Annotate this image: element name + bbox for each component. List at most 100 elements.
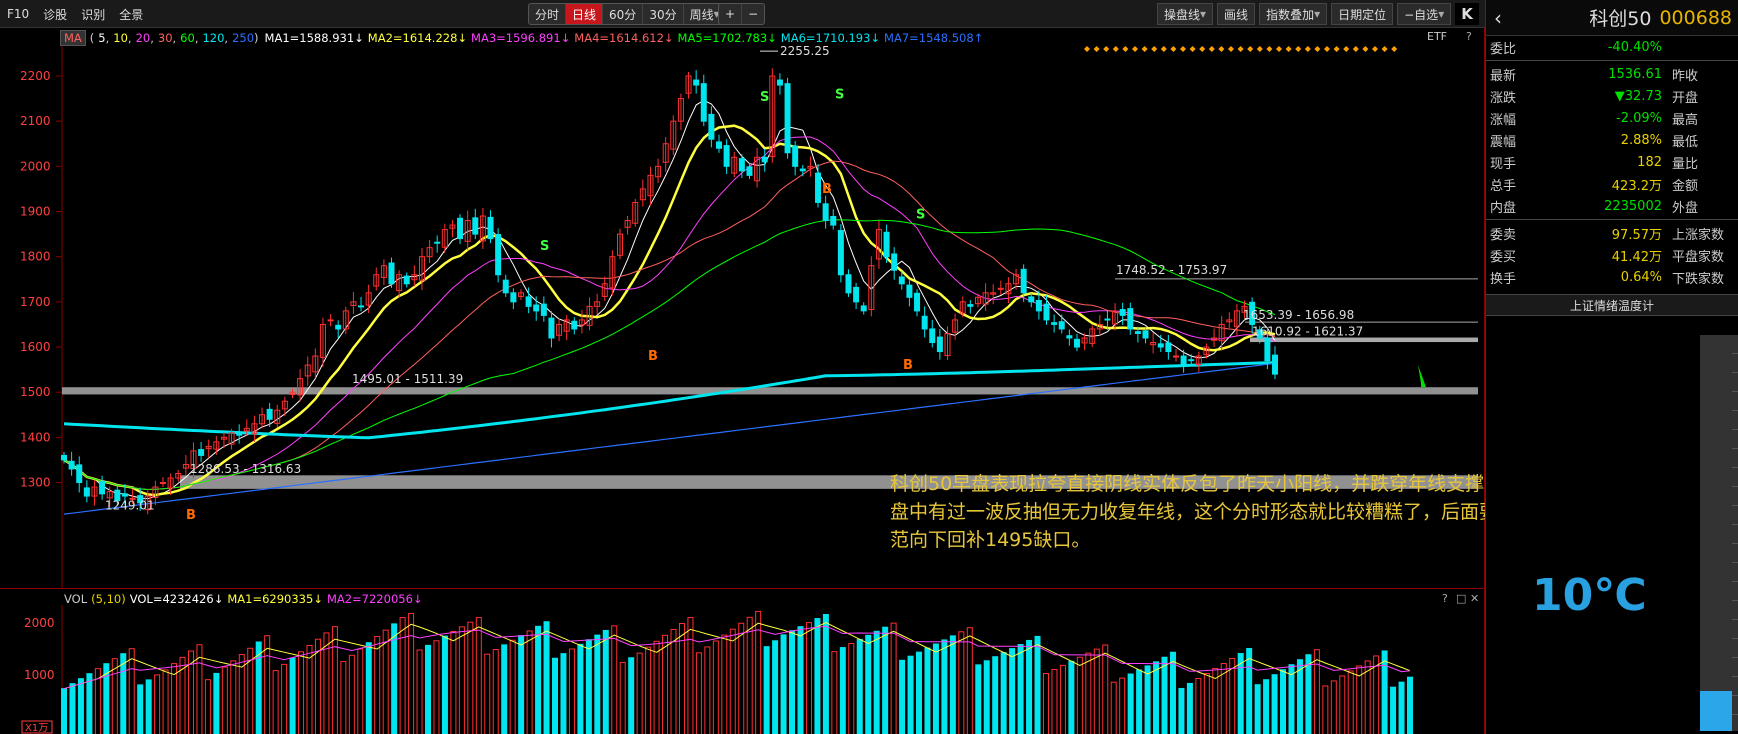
candle-body <box>1264 337 1271 362</box>
volume-bar <box>433 640 440 734</box>
quote-value: 0.64% <box>1620 269 1662 285</box>
volume-bar <box>1195 677 1202 734</box>
candle-body <box>1188 359 1195 362</box>
price-axis-tick: 2000 <box>20 159 51 173</box>
candle-body <box>403 275 410 285</box>
volume-bar <box>797 626 804 734</box>
candle-body <box>761 156 768 163</box>
volume-bar <box>1026 639 1033 734</box>
quote-key-2: 量比 <box>1672 156 1699 172</box>
volume-bar <box>873 630 880 734</box>
volume-bar <box>1390 686 1397 734</box>
volume-bar <box>653 640 660 734</box>
watchlist-button[interactable]: −自选 <box>1397 3 1452 25</box>
zoom-out-button[interactable]: − <box>742 4 764 24</box>
volume-bar <box>230 660 237 734</box>
f10-link[interactable]: F10 <box>0 7 36 21</box>
volume-bar <box>509 639 516 734</box>
volume-bar <box>1034 635 1041 734</box>
index-overlay-button[interactable]: 指数叠加 <box>1259 3 1328 25</box>
event-diamond <box>1381 46 1388 52</box>
volume-bar <box>162 669 169 734</box>
operation-line-button[interactable]: 操盘线 <box>1157 3 1214 25</box>
candle-body <box>1142 330 1149 339</box>
volume-bar <box>619 661 626 734</box>
thermometer-ticks <box>1732 335 1738 731</box>
event-diamond <box>1391 46 1398 52</box>
candle-body <box>708 113 715 140</box>
candle-body <box>198 449 205 456</box>
volume-bar <box>1398 681 1405 734</box>
quote-row: 委买 41.42万 平盘家数 <box>1486 244 1738 266</box>
candle-body <box>1066 335 1073 339</box>
quote-row: 涨幅 -2.09% 最高 <box>1486 107 1738 129</box>
zoom-in-button[interactable]: + <box>719 4 743 24</box>
candle-body <box>776 79 783 86</box>
candle-body <box>738 158 745 172</box>
volume-bar <box>221 666 228 734</box>
ma-line-120 <box>63 361 1276 440</box>
candle-body <box>799 168 806 172</box>
diagnose-link[interactable]: 诊股 <box>36 6 74 23</box>
candle-body <box>121 493 128 497</box>
quote-key: 最新 <box>1490 68 1517 84</box>
volume-bar <box>856 638 863 734</box>
identify-link[interactable]: 识别 <box>74 6 112 23</box>
draw-line-button[interactable]: 画线 <box>1217 3 1256 25</box>
volume-bar <box>408 612 415 734</box>
period-tab-60min[interactable]: 60分 <box>603 4 644 24</box>
event-diamond <box>1304 46 1311 52</box>
volume-bar <box>1051 668 1058 734</box>
candle-body <box>853 286 860 303</box>
collapse-icon[interactable]: K <box>1455 3 1479 25</box>
panorama-link[interactable]: 全景 <box>112 6 150 23</box>
date-locate-button[interactable]: 日期定位 <box>1331 3 1394 25</box>
volume-chart[interactable]: VOL (5,10) VOL=4232426↓ MA1=6290335↓ MA2… <box>0 588 1485 734</box>
candle-body <box>1043 303 1050 321</box>
candle-body <box>746 166 753 176</box>
volume-bar <box>721 634 728 734</box>
volume-bar <box>983 660 990 734</box>
volume-bar <box>1381 650 1388 734</box>
ma-line-20 <box>63 136 1276 491</box>
volume-bar <box>1347 670 1354 734</box>
period-tab-30min[interactable]: 30分 <box>643 4 684 24</box>
candle-body <box>1172 355 1179 358</box>
volume-bar <box>69 683 76 734</box>
toolbar-left: F10 诊股 识别 全景 <box>0 0 150 28</box>
candle-body <box>548 317 555 339</box>
quote-value: -40.40% <box>1607 39 1662 55</box>
zoom-controls: + − <box>718 3 766 25</box>
event-diamond <box>1208 46 1215 52</box>
ma-line-60 <box>63 219 1276 491</box>
candle-body <box>1020 268 1027 294</box>
candle-body <box>1180 355 1187 366</box>
volume-bar <box>1186 682 1193 734</box>
ma-line-10 <box>63 124 1276 497</box>
volume-bar <box>628 657 635 734</box>
period-tab-daily[interactable]: 日线 <box>566 4 604 24</box>
quote-row: 委卖 97.57万 上涨家数 <box>1486 222 1738 244</box>
period-tab-intraday[interactable]: 分时 <box>529 4 567 24</box>
back-arrow-icon[interactable]: ‹ <box>1486 6 1510 30</box>
volume-bar <box>848 642 855 734</box>
event-markers <box>1084 46 1398 52</box>
candle-body <box>510 292 517 303</box>
candle-body <box>266 408 273 420</box>
volume-bar <box>551 657 558 734</box>
quote-value: ▼32.73 <box>1614 88 1662 104</box>
volume-bars <box>61 610 1413 734</box>
volume-bar <box>958 631 965 734</box>
volume-bar <box>1305 654 1312 734</box>
volume-bar <box>839 647 846 734</box>
quote-key: 总手 <box>1490 178 1517 194</box>
event-diamond <box>1112 46 1119 52</box>
volume-bar <box>535 625 542 734</box>
candle-body <box>540 303 547 316</box>
candle-body <box>502 279 509 294</box>
event-diamond <box>1218 46 1225 52</box>
volume-bar <box>1009 648 1016 734</box>
event-diamond <box>1122 46 1129 52</box>
price-axis-tick: 1600 <box>20 340 51 354</box>
event-diamond <box>1372 46 1378 52</box>
